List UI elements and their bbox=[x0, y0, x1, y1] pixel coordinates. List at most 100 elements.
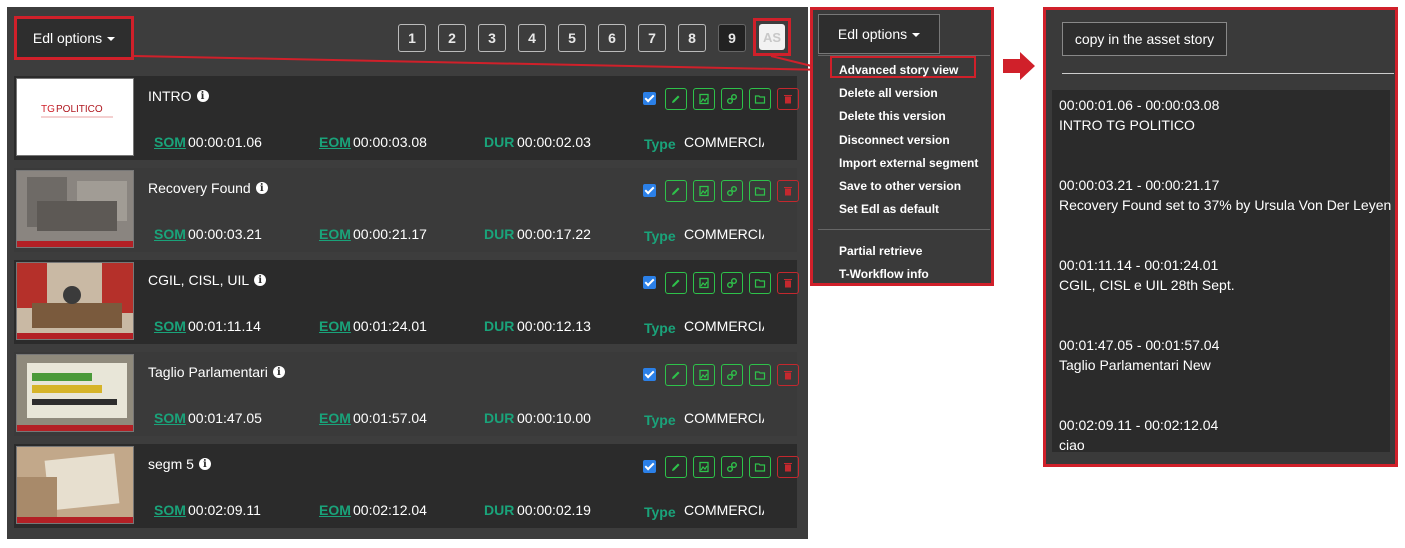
info-icon[interactable]: i bbox=[272, 366, 285, 378]
image-button[interactable] bbox=[693, 364, 715, 386]
segment-row: segm 5i SOM 00:02:09.11 EOM 00:02:12.04 … bbox=[14, 444, 799, 528]
eom-value: 00:01:57.04 bbox=[353, 410, 427, 426]
delete-button[interactable] bbox=[777, 180, 799, 202]
pencil-icon bbox=[672, 95, 680, 103]
folder-icon bbox=[754, 463, 766, 472]
segment-checkbox[interactable] bbox=[643, 184, 656, 197]
delete-button[interactable] bbox=[777, 456, 799, 478]
menu-item-save-to-other-version[interactable]: Save to other version bbox=[839, 179, 961, 193]
link-button[interactable] bbox=[721, 180, 743, 202]
caret-down-icon bbox=[107, 37, 116, 41]
copy-asset-story-button[interactable]: copy in the asset story bbox=[1062, 22, 1227, 56]
page-button-4[interactable]: 4 bbox=[518, 24, 546, 52]
page-button-1[interactable]: 1 bbox=[398, 24, 426, 52]
image-icon bbox=[699, 185, 709, 197]
page-button-6[interactable]: 6 bbox=[598, 24, 626, 52]
delete-button[interactable] bbox=[777, 88, 799, 110]
link-button[interactable] bbox=[721, 364, 743, 386]
segment-checkbox[interactable] bbox=[643, 92, 656, 105]
som-label[interactable]: SOM bbox=[154, 318, 186, 334]
link-icon bbox=[727, 94, 737, 104]
pencil-icon bbox=[672, 371, 680, 379]
page-button-7[interactable]: 7 bbox=[638, 24, 666, 52]
image-button[interactable] bbox=[693, 88, 715, 110]
type-value: COMMERCIAL bbox=[684, 318, 764, 334]
link-button[interactable] bbox=[721, 456, 743, 478]
eom-label[interactable]: EOM bbox=[319, 502, 351, 518]
edl-options-button[interactable]: Edl options bbox=[14, 16, 134, 60]
som-value: 00:02:09.11 bbox=[188, 502, 261, 518]
edit-button[interactable] bbox=[665, 272, 687, 294]
som-label[interactable]: SOM bbox=[154, 226, 186, 242]
info-icon[interactable]: i bbox=[198, 458, 211, 470]
page-button-2[interactable]: 2 bbox=[438, 24, 466, 52]
link-button[interactable] bbox=[721, 88, 743, 110]
menu-item-disconnect-version[interactable]: Disconnect version bbox=[839, 133, 950, 147]
som-label[interactable]: SOM bbox=[154, 134, 186, 150]
eom-label[interactable]: EOM bbox=[319, 226, 351, 242]
menu-item-partial-retrieve[interactable]: Partial retrieve bbox=[839, 244, 922, 258]
segment-checkbox[interactable] bbox=[643, 460, 656, 473]
segment-thumbnail[interactable] bbox=[16, 262, 134, 340]
eom-label[interactable]: EOM bbox=[319, 134, 351, 150]
segment-thumbnail[interactable] bbox=[16, 354, 134, 432]
segment-row: CGIL, CISL, UIL i SOM 00:01:11.14 EOM 00:… bbox=[14, 260, 799, 344]
story-text: Recovery Found set to 37% by Ursula Von … bbox=[1059, 197, 1392, 213]
som-value: 00:00:01.06 bbox=[188, 134, 262, 150]
segment-title-text: CGIL, CISL, UIL bbox=[148, 272, 250, 288]
menu-item-import-external-segment[interactable]: Import external segment bbox=[839, 156, 978, 170]
menu-item-delete-this-version[interactable]: Delete this version bbox=[839, 109, 946, 123]
image-button[interactable] bbox=[693, 272, 715, 294]
image-button[interactable] bbox=[693, 180, 715, 202]
menu-item-t-workflow-info[interactable]: T-Workflow info bbox=[839, 267, 929, 281]
som-label[interactable]: SOM bbox=[154, 410, 186, 426]
segment-checkbox[interactable] bbox=[643, 276, 656, 289]
as-button[interactable]: AS bbox=[759, 24, 785, 50]
folder-button[interactable] bbox=[749, 272, 771, 294]
type-label: Type bbox=[644, 504, 676, 520]
menu-item-delete-all-version[interactable]: Delete all version bbox=[839, 86, 938, 100]
page-button-9[interactable]: 9 bbox=[718, 24, 746, 52]
segment-title-text: segm 5 bbox=[148, 456, 194, 472]
edit-button[interactable] bbox=[665, 364, 687, 386]
dur-label: DUR bbox=[484, 134, 515, 150]
as-highlight: AS bbox=[753, 18, 791, 56]
page-button-5[interactable]: 5 bbox=[558, 24, 586, 52]
info-icon[interactable]: i bbox=[254, 274, 267, 286]
edit-button[interactable] bbox=[665, 456, 687, 478]
link-button[interactable] bbox=[721, 272, 743, 294]
eom-label[interactable]: EOM bbox=[319, 410, 351, 426]
segment-thumbnail[interactable] bbox=[16, 446, 134, 524]
folder-button[interactable] bbox=[749, 364, 771, 386]
dur-label: DUR bbox=[484, 226, 515, 242]
info-icon[interactable]: i bbox=[255, 182, 268, 194]
pencil-icon bbox=[672, 187, 680, 195]
info-icon[interactable]: i bbox=[196, 90, 209, 102]
dur-value: 00:00:17.22 bbox=[517, 226, 591, 242]
delete-button[interactable] bbox=[777, 364, 799, 386]
dur-label: DUR bbox=[484, 318, 515, 334]
menu-item-advanced-story-view[interactable]: Advanced story view bbox=[839, 63, 958, 77]
image-button[interactable] bbox=[693, 456, 715, 478]
delete-button[interactable] bbox=[777, 272, 799, 294]
edit-button[interactable] bbox=[665, 88, 687, 110]
intro-logo-image: TG POLITICO bbox=[17, 79, 133, 155]
folder-button[interactable] bbox=[749, 180, 771, 202]
segment-row: TG POLITICO INTRO i SOM 00:00:01.06 EOM 0… bbox=[14, 76, 799, 160]
edl-options-dropdown: Edl options Advanced story view Delete a… bbox=[810, 7, 994, 286]
edit-button[interactable] bbox=[665, 180, 687, 202]
segment-thumbnail[interactable]: TG POLITICO bbox=[16, 78, 134, 156]
segment-checkbox[interactable] bbox=[643, 368, 656, 381]
eom-label[interactable]: EOM bbox=[319, 318, 351, 334]
segment-thumbnail[interactable] bbox=[16, 170, 134, 248]
story-text-area[interactable]: 00:00:01.06 - 00:00:03.08 INTRO TG POLIT… bbox=[1052, 90, 1392, 453]
menu-item-set-edl-default[interactable]: Set Edl as default bbox=[839, 202, 939, 216]
folder-button[interactable] bbox=[749, 456, 771, 478]
type-value: COMMERCIAL bbox=[684, 226, 764, 242]
story-timecode: 00:00:01.06 - 00:00:03.08 bbox=[1059, 97, 1220, 113]
edl-options-button[interactable]: Edl options bbox=[818, 14, 940, 54]
page-button-3[interactable]: 3 bbox=[478, 24, 506, 52]
folder-button[interactable] bbox=[749, 88, 771, 110]
som-label[interactable]: SOM bbox=[154, 502, 186, 518]
page-button-8[interactable]: 8 bbox=[678, 24, 706, 52]
